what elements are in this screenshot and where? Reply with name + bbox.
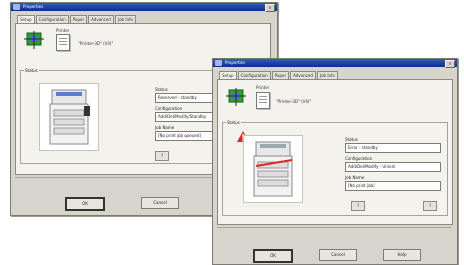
tab-job-info[interactable]: Job Info xyxy=(114,15,136,23)
ok-button[interactable]: OK xyxy=(253,249,293,263)
tab-configuration[interactable]: Configuration xyxy=(237,71,271,79)
tab-paper[interactable]: Paper xyxy=(69,15,88,23)
printer-app-icon xyxy=(215,60,222,66)
status-field-value: Error - standby xyxy=(345,143,441,153)
job-name-field-label: Job Name xyxy=(345,175,365,180)
tab-paper[interactable]: Paper xyxy=(271,71,290,79)
copier-graphic xyxy=(253,141,293,197)
printer-machine-image xyxy=(39,83,99,151)
printer-icon xyxy=(24,31,44,49)
document-icon xyxy=(56,34,70,51)
status-group: Status Status Error - standby Configurat… xyxy=(222,120,448,216)
copier-graphic xyxy=(49,89,90,145)
title-bar: Properties × xyxy=(213,59,457,68)
ok-button[interactable]: OK xyxy=(65,197,105,211)
status-group-label: Status xyxy=(24,68,39,73)
help-button[interactable]: Help xyxy=(383,249,421,261)
separator xyxy=(217,227,451,228)
window-title: Properties xyxy=(225,60,246,65)
printer-name: "Printer-3D" (V4)" xyxy=(78,41,114,46)
printer-name: "Printer-3D" (V4)" xyxy=(276,99,312,104)
status-fields: Status Error - standby Configuration Add… xyxy=(345,137,441,194)
cancel-button[interactable]: Cancel xyxy=(319,249,357,261)
tab-advanced[interactable]: Advanced xyxy=(290,71,316,79)
status-group-label: Status xyxy=(226,120,241,125)
properties-dialog-front: Properties × Setup Configuration Paper A… xyxy=(212,58,458,265)
tab-advanced[interactable]: Advanced xyxy=(88,15,114,23)
configuration-field-value: Add/Del/Modify - Uninst xyxy=(345,162,441,172)
printer-label: Printer xyxy=(256,85,270,90)
printer-app-icon xyxy=(13,4,20,10)
title-bar: Properties × xyxy=(11,3,277,12)
status-help-button[interactable]: ? xyxy=(155,151,169,161)
window-title: Properties xyxy=(23,4,44,9)
close-button[interactable]: × xyxy=(265,4,275,12)
job-name-field-value: [No print job] xyxy=(345,181,441,191)
printer-machine-image xyxy=(243,135,303,203)
tab-configuration[interactable]: Configuration xyxy=(35,15,69,23)
tab-panel: Printer "Printer-3D" (V4)" Status Status… xyxy=(217,79,453,225)
status-field-label: Status xyxy=(345,137,358,142)
close-button[interactable]: × xyxy=(445,60,455,68)
status-help-button[interactable]: ? xyxy=(351,201,365,211)
printer-label: Printer xyxy=(56,28,70,33)
tab-job-info[interactable]: Job Info xyxy=(316,71,338,79)
printer-icon xyxy=(226,88,246,106)
cancel-button[interactable]: Cancel xyxy=(141,197,179,209)
configuration-field-label: Configuration xyxy=(345,156,373,161)
status-help-button-2[interactable]: ? xyxy=(423,201,437,211)
document-icon xyxy=(256,92,270,109)
